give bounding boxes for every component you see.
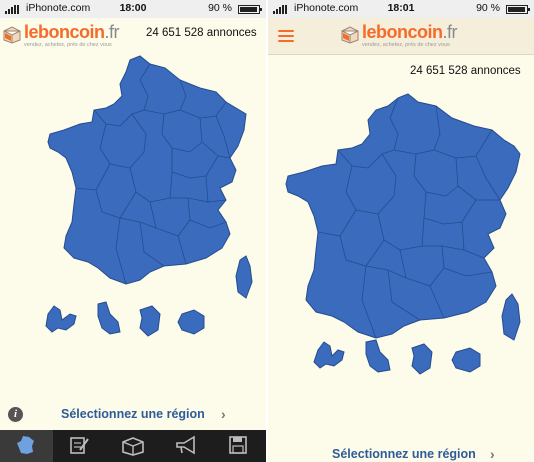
save-disk-icon xyxy=(229,436,247,454)
logo-tld: .fr xyxy=(442,22,458,42)
status-bar: iPhonote.com 18:01 90 % xyxy=(268,0,534,18)
select-region-button[interactable]: Sélectionnez une région xyxy=(61,407,205,421)
logo-tld: .fr xyxy=(104,22,120,42)
map-mainland[interactable] xyxy=(47,55,247,285)
map-guyane[interactable] xyxy=(139,305,161,337)
chevron-right-icon: › xyxy=(221,406,226,422)
france-map[interactable] xyxy=(280,88,532,388)
phone-screen-right: iPhonote.com 18:01 90 % leboncoin.fr ven… xyxy=(268,0,534,462)
box-logo-icon xyxy=(3,26,21,44)
logo-name: leboncoin xyxy=(24,22,105,42)
tab-saved[interactable] xyxy=(212,430,265,462)
phone-screen-left: iPhonote.com 18:00 90 % leboncoin.fr ven… xyxy=(0,0,266,462)
map-guyane[interactable] xyxy=(411,343,433,375)
select-region-button[interactable]: Sélectionnez une région xyxy=(332,447,476,461)
battery-percent: 90 % xyxy=(476,2,500,14)
map-martinique[interactable] xyxy=(97,301,121,335)
chevron-right-icon: › xyxy=(490,446,495,462)
tab-my-items[interactable] xyxy=(106,430,159,462)
package-icon xyxy=(122,437,144,456)
tab-regions[interactable] xyxy=(0,430,53,462)
map-reunion[interactable] xyxy=(451,347,481,373)
listing-count: 24 651 528 annonces xyxy=(146,27,257,39)
france-map-icon xyxy=(17,436,34,454)
logo-name: leboncoin xyxy=(362,22,443,42)
logo-tagline: vendez, achetez, près de chez vous xyxy=(24,42,112,48)
status-bar: iPhonote.com 18:00 90 % xyxy=(0,0,266,18)
map-martinique[interactable] xyxy=(365,339,391,373)
box-logo-icon xyxy=(341,26,359,44)
tab-bar xyxy=(0,430,266,462)
battery-icon xyxy=(506,5,530,14)
listing-count: 24 651 528 annonces xyxy=(410,65,521,77)
battery-icon xyxy=(238,5,262,14)
battery-percent: 90 % xyxy=(208,2,232,14)
map-guadeloupe[interactable] xyxy=(45,305,77,333)
map-corsica[interactable] xyxy=(235,255,253,299)
map-corsica[interactable] xyxy=(501,293,521,341)
france-map[interactable] xyxy=(40,52,260,342)
megaphone-icon xyxy=(176,435,195,455)
tab-alerts[interactable] xyxy=(159,430,212,462)
map-mainland[interactable] xyxy=(285,93,521,339)
map-reunion[interactable] xyxy=(177,309,205,335)
map-guadeloupe[interactable] xyxy=(313,341,345,369)
info-icon[interactable]: i xyxy=(8,407,23,422)
logo-tagline: vendez, achetez, près de chez vous xyxy=(362,42,450,48)
hamburger-menu-icon[interactable] xyxy=(278,30,294,42)
tab-post-listing[interactable] xyxy=(53,430,106,462)
edit-listing-icon xyxy=(70,437,89,454)
